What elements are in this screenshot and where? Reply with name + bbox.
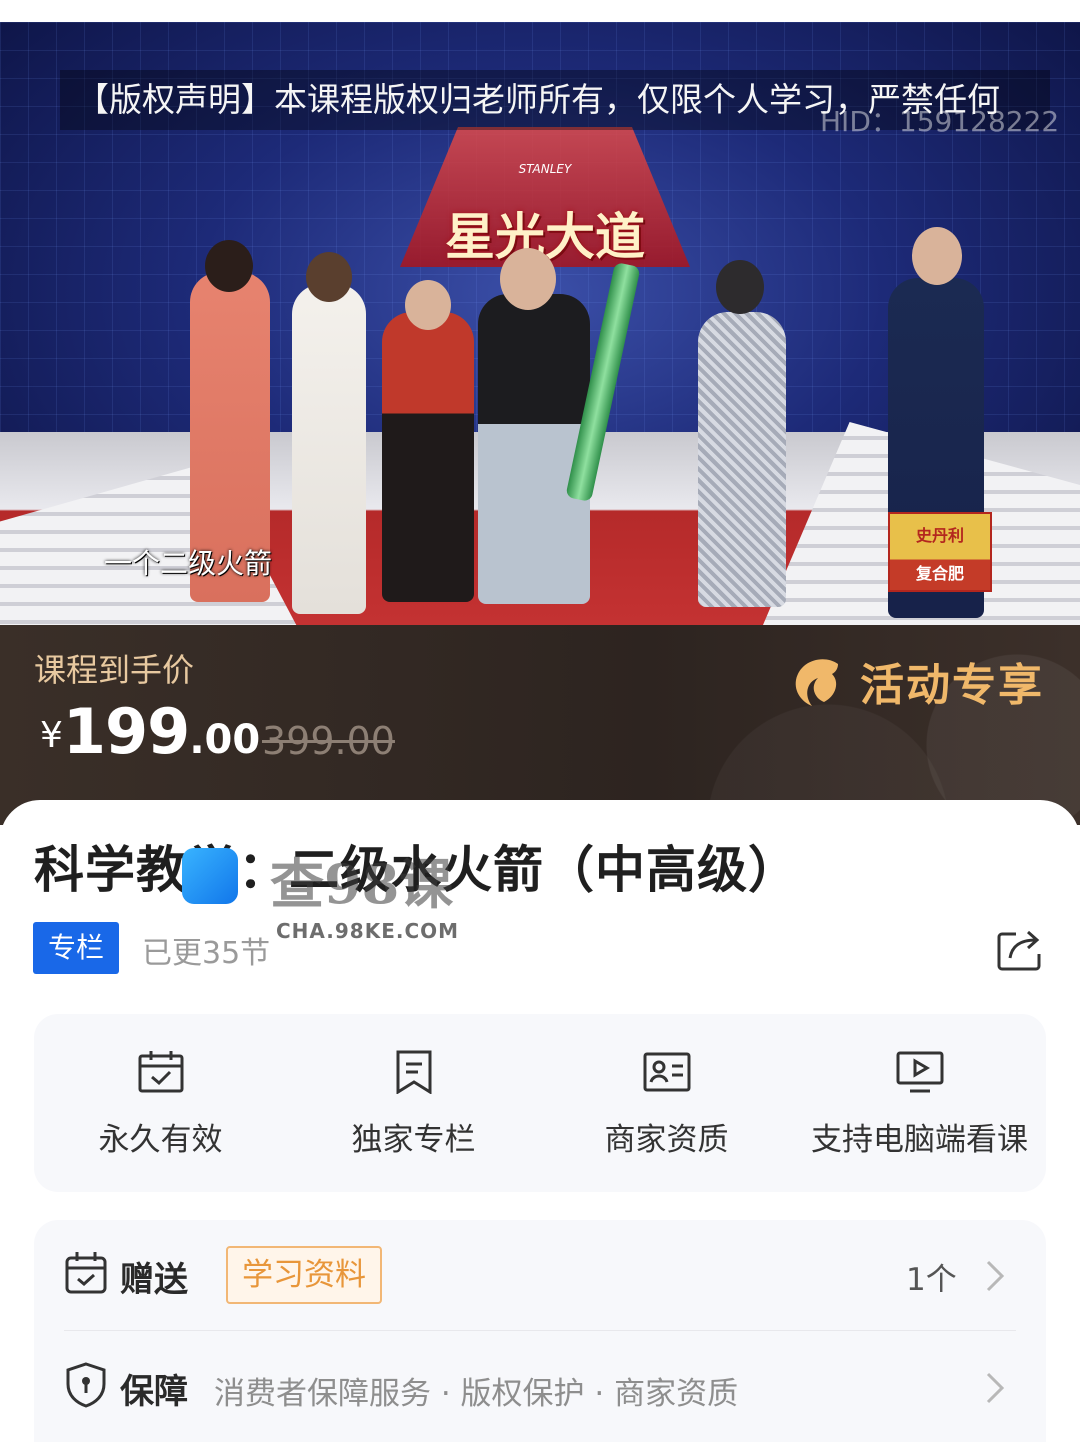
person-head [500, 248, 556, 310]
feature-label: 永久有效 [98, 1122, 223, 1158]
feature-label: 支持电脑端看课 [811, 1122, 1028, 1158]
price-integer: 199 [62, 695, 190, 768]
chevron-right-icon [986, 1260, 1005, 1292]
person-figure [292, 284, 366, 614]
gift-count: 1个 [906, 1262, 957, 1298]
column-tag: 专栏 [33, 922, 119, 974]
person-head [205, 240, 253, 292]
guarantee-title: 保障 [120, 1372, 188, 1412]
currency-symbol: ¥ [40, 715, 63, 756]
person-figure [698, 312, 786, 607]
feature-label: 商家资质 [604, 1122, 729, 1158]
person-head [405, 280, 451, 330]
id-card-icon [643, 1052, 690, 1092]
person-head [716, 260, 764, 314]
status-strip [0, 0, 1080, 22]
feature-exclusive: 独家专栏 [287, 1014, 540, 1192]
gift-row[interactable]: 赠送 学习资料 1个 [34, 1220, 1046, 1330]
document-icon [396, 1050, 431, 1094]
person-head [306, 252, 352, 302]
person-figure [478, 294, 590, 604]
sponsor-logo: 史丹利 复合肥 [888, 512, 992, 592]
course-detail-sheet: 科学教学：二级水火箭（中高级） 查98课 CHA.98KE.COM 专栏 已更3… [0, 800, 1080, 1442]
shield-icon [66, 1362, 106, 1408]
price-decimal: .00 [189, 717, 261, 763]
sponsor-brand: 史丹利 [915, 526, 964, 545]
video-player[interactable]: STANLEY 星光大道 【版权声明】本课程版权归老师所有，仅限个人学习，严禁任… [0, 22, 1080, 625]
watermark-logo-icon [182, 848, 238, 904]
row-divider [64, 1330, 1016, 1331]
person-head [912, 227, 962, 285]
feature-pc-viewing: 支持电脑端看课 [793, 1014, 1046, 1192]
gift-chip[interactable]: 学习资料 [226, 1246, 382, 1304]
feature-permanent: 永久有效 [34, 1014, 287, 1192]
uid-watermark: HID：159128222 [820, 105, 1060, 138]
original-price: 399.00 [262, 719, 395, 763]
feature-merchant: 商家资质 [540, 1014, 793, 1192]
promo-badge: 活动专享 [788, 649, 1044, 713]
feature-label: 独家专栏 [351, 1122, 476, 1158]
price-banner: 课程到手价 ¥199.00 399.00 活动专享 [0, 625, 1080, 825]
guarantee-row[interactable]: 保障 消费者保障服务 · 版权保护 · 商家资质 [34, 1332, 1046, 1442]
feature-strip: 永久有效 独家专栏 商家资质 支持电脑端看课 [34, 1014, 1046, 1192]
chevron-right-icon [986, 1372, 1005, 1404]
monitor-play-icon [896, 1051, 943, 1093]
gift-calendar-icon [65, 1252, 107, 1294]
video-subtitle: 一个二级火箭 [104, 547, 273, 580]
show-brand: STANLEY [518, 162, 572, 176]
promo-logo-icon [795, 659, 838, 706]
service-panel: 赠送 学习资料 1个 保障 消费者保障服务 · 版权保护 · 商家资质 [34, 1220, 1046, 1442]
current-price: ¥199.00 [40, 695, 260, 768]
sponsor-product: 复合肥 [915, 564, 964, 583]
update-count: 已更35节 [142, 936, 271, 971]
promo-text: 活动专享 [860, 660, 1044, 711]
calendar-check-icon [138, 1051, 183, 1093]
watermark-url: CHA.98KE.COM [276, 919, 460, 943]
gift-title: 赠送 [120, 1260, 188, 1300]
course-title: 科学教学：二级水火箭（中高级） [34, 841, 799, 899]
price-label: 课程到手价 [34, 651, 195, 689]
share-icon[interactable] [996, 926, 1044, 972]
guarantee-items: 消费者保障服务 · 版权保护 · 商家资质 [214, 1376, 739, 1412]
person-figure [382, 312, 474, 602]
